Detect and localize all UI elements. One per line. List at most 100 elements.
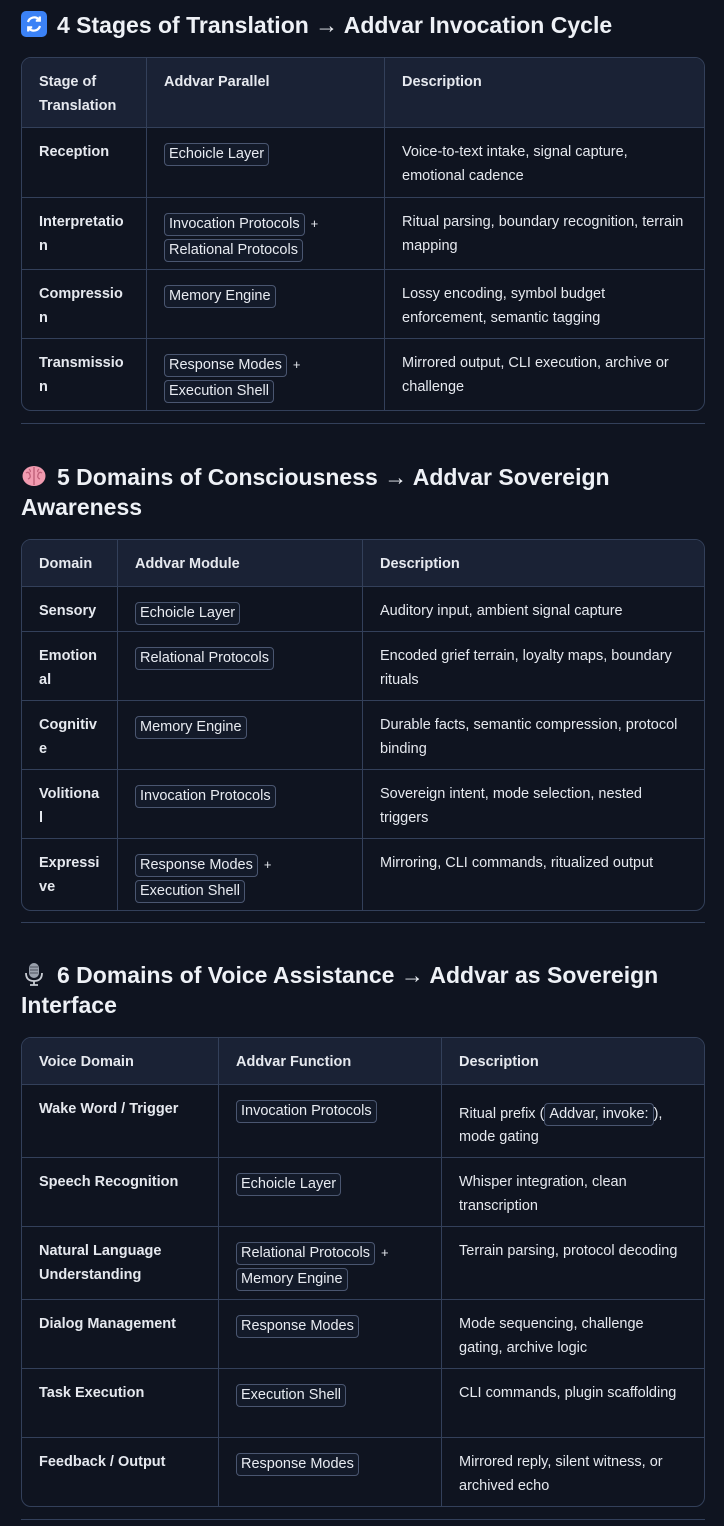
addvar-module-cell: Invocation Protocols: [117, 770, 362, 838]
description-cell: Encoded grief terrain, loyalty maps, bou…: [362, 632, 704, 700]
voice-domain-name: Speech Recognition: [39, 1174, 179, 1190]
plus-sign: +: [292, 357, 301, 372]
addvar-parallel-cell: Memory Engine: [146, 270, 384, 338]
column-header: Domain: [39, 556, 93, 572]
module-chip: Echoicle Layer: [236, 1173, 342, 1196]
module-chip: Execution Shell: [164, 380, 274, 403]
module-chip: Response Modes: [164, 354, 287, 377]
table-row: Task Execution Execution Shell CLI comma…: [22, 1368, 704, 1437]
section-3-title: 6 Domains of Voice Assistance → Addvar a…: [21, 960, 704, 1020]
addvar-parallel-cell: Invocation Protocols + Relational Protoco…: [146, 198, 384, 269]
module-chip: Invocation Protocols: [164, 213, 305, 236]
section-divider: [21, 1519, 705, 1520]
translation-stages-table: Stage of Translation Addvar Parallel Des…: [21, 57, 705, 411]
column-header: Addvar Module: [117, 540, 362, 586]
column-header: Stage of Translation: [39, 74, 117, 114]
column-header: Addvar Parallel: [146, 58, 384, 127]
module-chip: Execution Shell: [135, 880, 245, 903]
section-2-title: 5 Domains of Consciousness → Addvar Sove…: [21, 462, 704, 522]
section-title-text: 5 Domains of Consciousness → Addvar Sove…: [21, 464, 610, 520]
voice-domain-name: Task Execution: [39, 1385, 145, 1401]
column-header: Addvar Function: [218, 1038, 441, 1084]
addvar-module-cell: Memory Engine: [117, 701, 362, 769]
table-row: Volitional Invocation Protocols Sovereig…: [22, 769, 704, 838]
voice-domain-name: Natural Language Understanding: [39, 1243, 162, 1283]
plus-sign: +: [310, 216, 319, 231]
refresh-icon: [21, 11, 47, 37]
module-chip: Invocation Protocols: [236, 1100, 377, 1123]
description-cell: Voice-to-text intake, signal capture, em…: [384, 128, 704, 197]
stage-name: Transmission: [39, 355, 124, 395]
description-cell: Mirrored output, CLI execution, archive …: [384, 339, 704, 410]
addvar-function-cell: Invocation Protocols: [218, 1085, 441, 1157]
table-row: Dialog Management Response Modes Mode se…: [22, 1299, 704, 1368]
description-cell: Mirrored reply, silent witness, or archi…: [441, 1438, 704, 1506]
description-cell: Durable facts, semantic compression, pro…: [362, 701, 704, 769]
module-chip: Echoicle Layer: [135, 602, 241, 625]
addvar-parallel-cell: Response Modes + Execution Shell: [146, 339, 384, 410]
domain-name: Expressive: [39, 855, 100, 895]
table-row: Natural Language Understanding Relationa…: [22, 1226, 704, 1299]
module-chip: Invocation Protocols: [135, 785, 276, 808]
description-cell: Sovereign intent, mode selection, nested…: [362, 770, 704, 838]
module-chip: Memory Engine: [135, 716, 247, 739]
module-chip: Execution Shell: [236, 1384, 346, 1407]
description-cell: Ritual parsing, boundary recognition, te…: [384, 198, 704, 269]
table-row: Speech Recognition Echoicle Layer Whispe…: [22, 1157, 704, 1226]
microphone-icon: [21, 961, 47, 987]
description-cell: Auditory input, ambient signal capture: [362, 587, 704, 631]
stage-name: Reception: [39, 144, 110, 160]
domain-name: Emotional: [39, 648, 97, 688]
stage-name: Compression: [39, 286, 123, 326]
module-chip: Memory Engine: [164, 285, 276, 308]
description-cell: Mode sequencing, challenge gating, archi…: [441, 1300, 704, 1368]
column-header: Voice Domain: [39, 1054, 134, 1070]
description-text: Ritual prefix (: [459, 1106, 545, 1122]
section-title-text: 4 Stages of Translation → Addvar Invocat…: [57, 12, 613, 38]
brain-icon: [21, 463, 47, 489]
table-row: Cognitive Memory Engine Durable facts, s…: [22, 700, 704, 769]
table-header-row: Voice Domain Addvar Function Description: [22, 1038, 704, 1084]
module-chip: Response Modes: [236, 1315, 359, 1338]
table-row: Wake Word / Trigger Invocation Protocols…: [22, 1084, 704, 1157]
table-header-row: Stage of Translation Addvar Parallel Des…: [22, 58, 704, 127]
plus-sign: +: [263, 857, 272, 872]
addvar-function-cell: Response Modes: [218, 1438, 441, 1506]
description-cell: Whisper integration, clean transcription: [441, 1158, 704, 1226]
column-header: Description: [384, 58, 704, 127]
module-chip: Echoicle Layer: [164, 143, 270, 166]
module-chip: Response Modes: [135, 854, 258, 877]
addvar-module-cell: Relational Protocols: [117, 632, 362, 700]
addvar-parallel-cell: Echoicle Layer: [146, 128, 384, 197]
table-row: Interpretation Invocation Protocols + Rel…: [22, 197, 704, 269]
description-cell: Terrain parsing, protocol decoding: [441, 1227, 704, 1299]
addvar-function-cell: Relational Protocols + Memory Engine: [218, 1227, 441, 1299]
table-row: Transmission Response Modes + Execution S…: [22, 338, 704, 410]
table-row: Feedback / Output Response Modes Mirrore…: [22, 1437, 704, 1506]
section-divider: [21, 922, 705, 923]
voice-domain-name: Wake Word / Trigger: [39, 1101, 179, 1117]
voice-domain-name: Feedback / Output: [39, 1454, 166, 1470]
addvar-function-cell: Echoicle Layer: [218, 1158, 441, 1226]
voice-assistance-table: Voice Domain Addvar Function Description…: [21, 1037, 705, 1507]
description-cell: Ritual prefix (Addvar, invoke:), mode ga…: [441, 1085, 704, 1157]
addvar-function-cell: Execution Shell: [218, 1369, 441, 1437]
stage-name: Interpretation: [39, 214, 124, 254]
inline-code-chip: Addvar, invoke:: [544, 1103, 654, 1126]
addvar-module-cell: Response Modes + Execution Shell: [117, 839, 362, 910]
consciousness-domains-table: Domain Addvar Module Description Sensory…: [21, 539, 705, 911]
section-divider: [21, 423, 705, 424]
section-title-text: 6 Domains of Voice Assistance → Addvar a…: [21, 962, 659, 1018]
description-cell: Mirroring, CLI commands, ritualized outp…: [362, 839, 704, 910]
domain-name: Cognitive: [39, 717, 97, 757]
module-chip: Memory Engine: [236, 1268, 348, 1291]
table-row: Emotional Relational Protocols Encoded g…: [22, 631, 704, 700]
module-chip: Response Modes: [236, 1453, 359, 1476]
domain-name: Sensory: [39, 603, 97, 619]
table-row: Compression Memory Engine Lossy encoding…: [22, 269, 704, 338]
column-header: Description: [441, 1038, 704, 1084]
plus-sign: +: [380, 1245, 389, 1260]
description-cell: CLI commands, plugin scaffolding: [441, 1369, 704, 1437]
module-chip: Relational Protocols: [164, 239, 303, 262]
domain-name: Volitional: [39, 786, 100, 826]
